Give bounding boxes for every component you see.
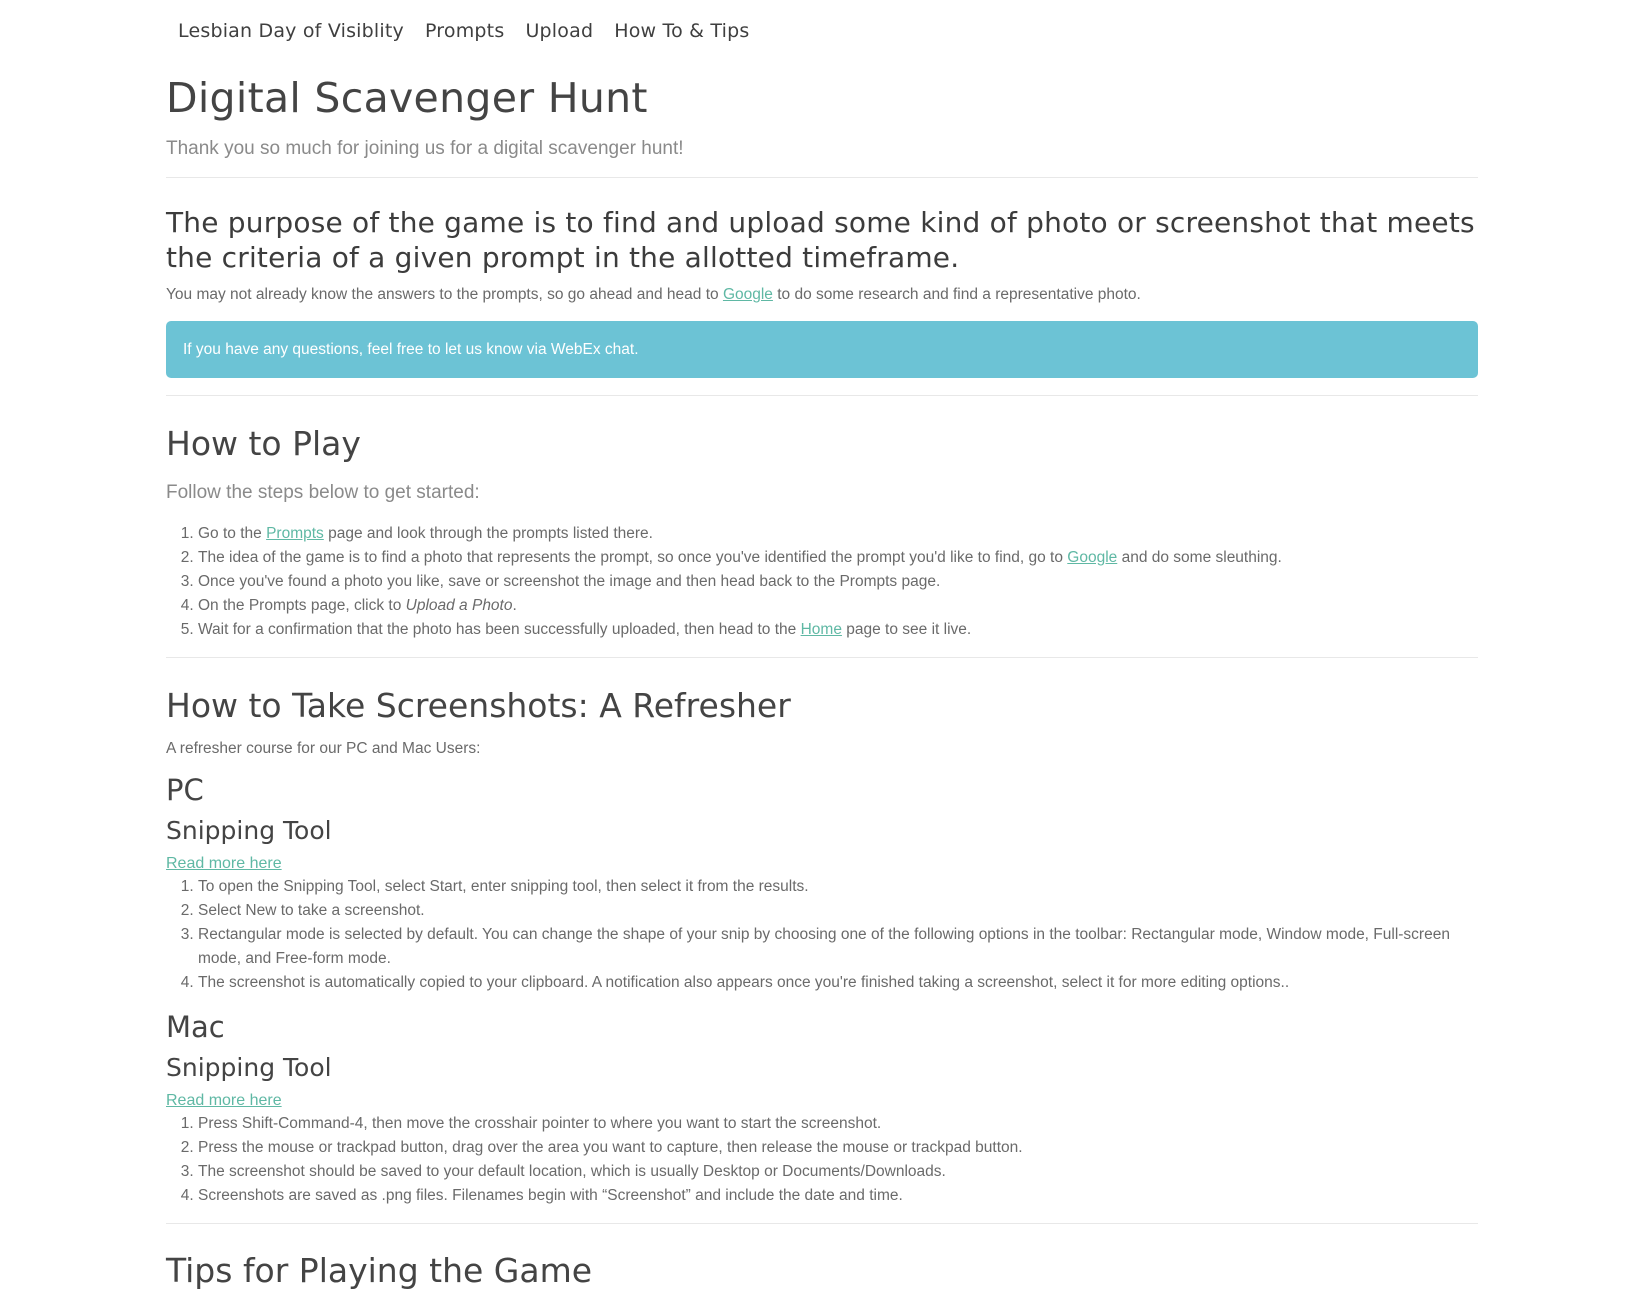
screenshots-heading: How to Take Screenshots: A Refresher <box>166 686 791 725</box>
google-link[interactable]: Google <box>1067 549 1117 566</box>
step-text: page to see it live. <box>841 621 972 638</box>
pc-tool-heading: Snipping Tool <box>166 816 332 845</box>
step-text: The idea of the game is to find a photo … <box>198 549 1068 566</box>
list-item: Wait for a confirmation that the photo h… <box>198 618 1478 642</box>
step-text: On the Prompts page, click to <box>198 597 406 614</box>
pc-read-more-link[interactable]: Read more here <box>166 855 282 873</box>
pc-heading: PC <box>166 773 204 807</box>
divider <box>166 395 1478 396</box>
divider <box>166 177 1478 178</box>
list-item: Rectangular mode is selected by default.… <box>198 923 1478 971</box>
list-item: Go to the Prompts page and look through … <box>198 522 1478 546</box>
how-to-play-steps: Go to the Prompts page and look through … <box>166 522 1478 642</box>
mac-read-more-link[interactable]: Read more here <box>166 1092 282 1110</box>
step-text: Wait for a confirmation that the photo h… <box>198 621 801 638</box>
purpose-text-before: You may not already know the answers to … <box>166 286 723 303</box>
nav-link-upload[interactable]: Upload <box>525 20 593 42</box>
list-item: On the Prompts page, click to Upload a P… <box>198 594 1478 618</box>
step-text: page and look through the prompts listed… <box>323 525 653 542</box>
page-lead: Thank you so much for joining us for a d… <box>166 138 684 159</box>
info-alert: If you have any questions, feel free to … <box>166 321 1478 378</box>
page-title: Digital Scavenger Hunt <box>166 74 648 122</box>
top-navbar: Lesbian Day of Visiblity Prompts Upload … <box>166 0 1478 62</box>
alert-text: If you have any questions, feel free to … <box>183 340 639 358</box>
step-text: . <box>512 597 517 614</box>
screenshots-intro: A refresher course for our PC and Mac Us… <box>166 740 481 757</box>
list-item: Select New to take a screenshot. <box>198 899 1478 923</box>
nav-link-home[interactable]: Lesbian Day of Visiblity <box>178 20 404 42</box>
list-item: The screenshot should be saved to your d… <box>198 1160 1478 1184</box>
upload-photo-emphasis: Upload a Photo <box>405 597 513 614</box>
page-container: Lesbian Day of Visiblity Prompts Upload … <box>166 0 1478 1290</box>
purpose-heading: The purpose of the game is to find and u… <box>166 206 1475 274</box>
list-item: The screenshot is automatically copied t… <box>198 971 1478 995</box>
list-item: The idea of the game is to find a photo … <box>198 546 1478 570</box>
home-link[interactable]: Home <box>801 621 842 638</box>
google-link[interactable]: Google <box>723 286 773 303</box>
nav-link-how-to-tips[interactable]: How To & Tips <box>614 20 749 42</box>
how-to-play-heading: How to Play <box>166 424 361 463</box>
tips-heading: Tips for Playing the Game <box>166 1251 593 1290</box>
list-item: To open the Snipping Tool, select Start,… <box>198 875 1478 899</box>
divider <box>166 1223 1478 1224</box>
step-text: and do some sleuthing. <box>1117 549 1282 566</box>
how-to-play-subheading: Follow the steps below to get started: <box>166 482 480 503</box>
list-item: Once you've found a photo you like, save… <box>198 570 1478 594</box>
prompts-link[interactable]: Prompts <box>266 525 324 542</box>
step-text: Go to the <box>198 525 267 542</box>
divider <box>166 657 1478 658</box>
pc-steps: To open the Snipping Tool, select Start,… <box>166 875 1478 995</box>
purpose-text-after: to do some research and find a represent… <box>772 286 1141 303</box>
mac-tool-heading: Snipping Tool <box>166 1053 332 1082</box>
purpose-text: You may not already know the answers to … <box>166 286 1478 304</box>
mac-heading: Mac <box>166 1010 225 1044</box>
mac-steps: Press Shift-Command-4, then move the cro… <box>166 1112 1478 1208</box>
nav-link-prompts[interactable]: Prompts <box>425 20 504 42</box>
list-item: Screenshots are saved as .png files. Fil… <box>198 1184 1478 1208</box>
list-item: Press Shift-Command-4, then move the cro… <box>198 1112 1478 1136</box>
list-item: Press the mouse or trackpad button, drag… <box>198 1136 1478 1160</box>
